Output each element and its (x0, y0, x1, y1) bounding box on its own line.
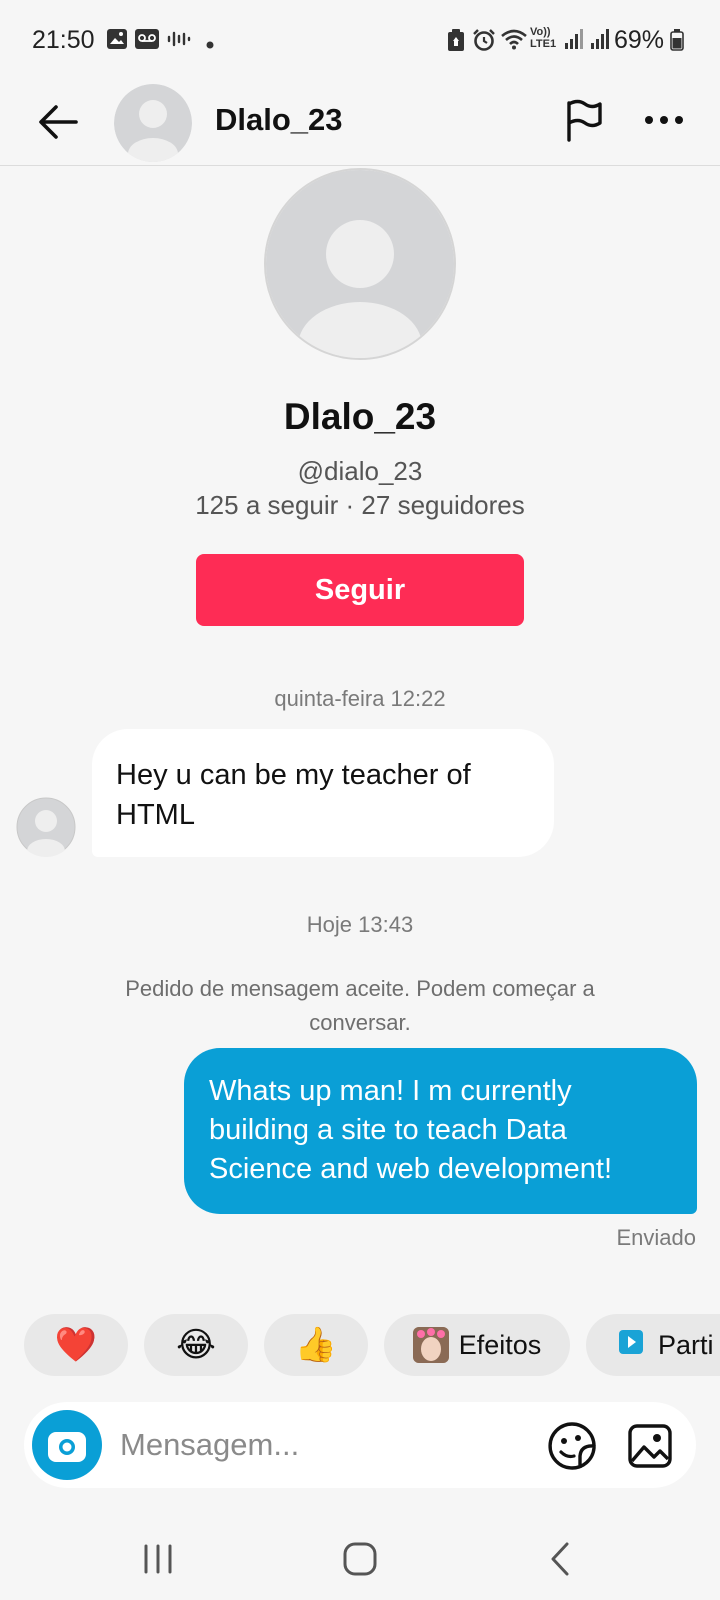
battery-saver-icon (446, 28, 466, 57)
incoming-message-text: Hey u can be my teacher of HTML (116, 759, 471, 831)
wifi-icon (500, 28, 528, 55)
profile-handle: @dialo_23 (297, 456, 423, 486)
outgoing-message-bubble[interactable]: Whats up man! I m currently building a s… (184, 1048, 697, 1214)
outgoing-message-text: Whats up man! I m currently building a s… (209, 1075, 613, 1185)
flag-icon (567, 99, 602, 142)
profile-avatar[interactable] (264, 168, 456, 360)
voicemail-icon (134, 28, 160, 55)
header-avatar[interactable] (114, 84, 192, 162)
status-bar: 21:50 Vo)) LTE1 69% (0, 0, 720, 80)
effects-thumbnail-icon (412, 1327, 449, 1363)
battery-level: 69% (614, 26, 665, 54)
signal-icon-2 (590, 28, 610, 55)
battery-icon (670, 29, 684, 56)
share-label: Parti (658, 1329, 714, 1360)
timestamp-1: quinta-feira 12:22 (274, 686, 446, 711)
header-username[interactable]: Dlalo_23 (215, 102, 343, 138)
sticker-smiley-icon (548, 1422, 596, 1470)
follow-button[interactable]: Seguir (196, 554, 524, 626)
volte-icon: Vo)) LTE1 (530, 26, 557, 50)
default-avatar-icon (114, 84, 192, 162)
share-button[interactable]: Parti (586, 1314, 720, 1376)
system-nav-bar (0, 1520, 720, 1600)
dot-icon (206, 36, 214, 54)
alarm-icon (472, 28, 496, 57)
chevron-left-icon (551, 1542, 569, 1576)
quick-thumbs-up-button[interactable]: 👍 (264, 1314, 368, 1376)
recent-apps-icon (144, 1544, 172, 1574)
sticker-button[interactable] (546, 1420, 598, 1472)
profile-stats: 125 a seguir · 27 seguidores (195, 490, 525, 520)
effects-label: Efeitos (458, 1329, 542, 1360)
default-avatar-icon (266, 170, 454, 358)
incoming-message-bubble[interactable]: Hey u can be my teacher of HTML (92, 729, 554, 857)
default-avatar-icon (16, 797, 76, 857)
status-time: 21:50 (32, 26, 95, 54)
play-square-icon (618, 1329, 644, 1362)
camera-button[interactable] (32, 1410, 102, 1480)
thumbs-up-icon: 👍 (294, 1326, 338, 1364)
image-icon (628, 1424, 672, 1468)
effects-button[interactable]: Efeitos (384, 1314, 570, 1376)
camera-icon (48, 1432, 86, 1462)
chat-header: Dlalo_23 (0, 80, 720, 166)
home-button[interactable] (330, 1534, 390, 1584)
sender-avatar[interactable] (16, 797, 76, 857)
profile-name: Dlalo_23 (283, 396, 437, 437)
signal-icon (564, 28, 584, 55)
more-dots-icon (645, 116, 683, 124)
more-options-button[interactable] (638, 94, 690, 146)
report-button[interactable] (558, 94, 610, 146)
arrow-left-icon (39, 105, 78, 139)
system-back-button[interactable] (530, 1534, 590, 1584)
message-composer (24, 1402, 696, 1488)
quick-heart-button[interactable]: ❤️ (24, 1314, 128, 1376)
audio-wave-icon (166, 28, 192, 55)
timestamp-2: Hoje 13:43 (306, 912, 414, 937)
gallery-button[interactable] (624, 1420, 676, 1472)
home-icon (343, 1542, 377, 1576)
heart-icon: ❤️ (54, 1326, 98, 1364)
message-input[interactable] (120, 1420, 520, 1470)
back-button[interactable] (30, 94, 86, 150)
system-notice: Pedido de mensagem aceite. Podem começar… (125, 976, 595, 1035)
gallery-icon (106, 28, 128, 55)
laughing-emoji-icon: 😂 (176, 1326, 216, 1364)
recent-apps-button[interactable] (128, 1534, 188, 1584)
sent-status: Enviado (616, 1225, 696, 1250)
quick-laugh-button[interactable]: 😂 (144, 1314, 248, 1376)
